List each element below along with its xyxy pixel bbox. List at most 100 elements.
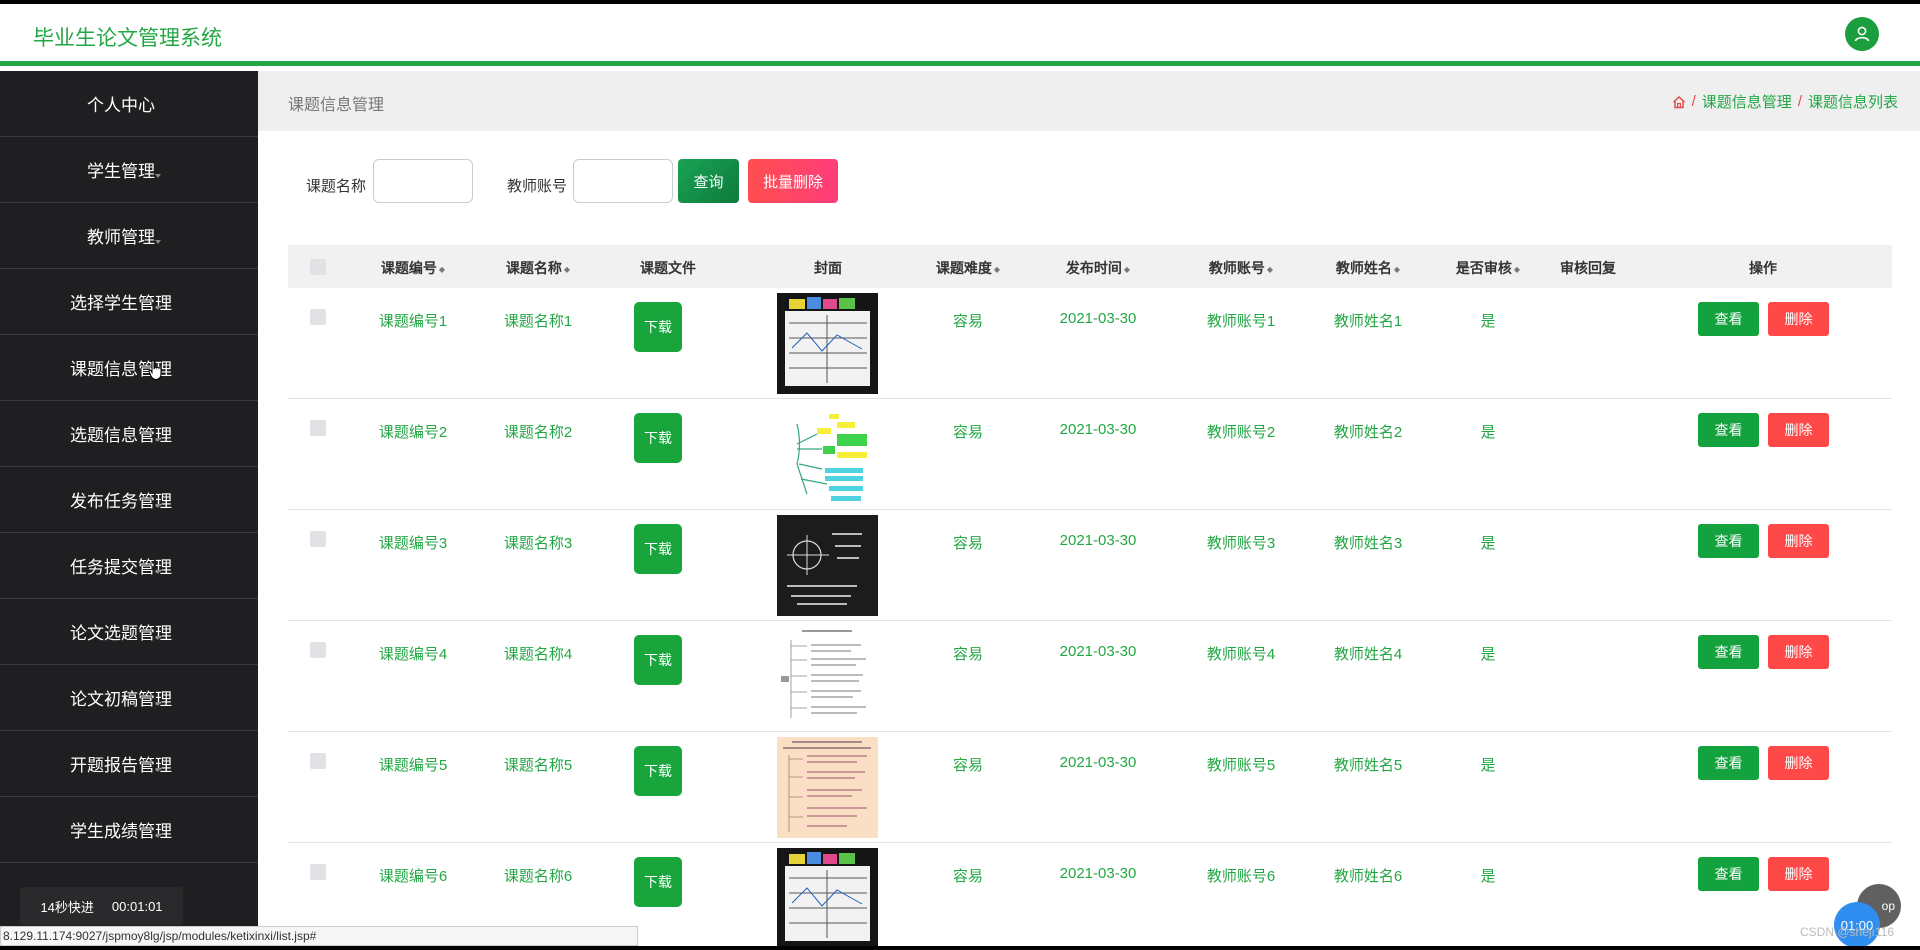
- teacher-account: 教师账号3: [1206, 535, 1276, 552]
- breadcrumb-separator: /: [1691, 93, 1696, 110]
- view-button[interactable]: 查看: [1698, 524, 1759, 558]
- topic-difficulty: 容易: [952, 757, 984, 774]
- sidebar-item[interactable]: 学生成绩管理: [0, 797, 258, 863]
- download-button[interactable]: 下载: [634, 524, 682, 574]
- browser-status-bar: 8.129.11.174:9027/jspmoy8lg/jsp/modules/…: [0, 926, 638, 946]
- topic-code: 课题编号6: [378, 868, 448, 885]
- download-button[interactable]: 下载: [634, 746, 682, 796]
- view-button[interactable]: 查看: [1698, 413, 1759, 447]
- teacher-account-input[interactable]: [573, 159, 673, 203]
- col-header-teacher-name[interactable]: 教师姓名 ◆: [1336, 258, 1400, 278]
- row-checkbox[interactable]: [310, 753, 326, 769]
- watermark: CSDN @shejı116: [1800, 925, 1894, 939]
- delete-button[interactable]: 删除: [1768, 524, 1829, 558]
- sidebar-item[interactable]: 课题信息管理: [0, 335, 258, 401]
- delete-button[interactable]: 删除: [1768, 635, 1829, 669]
- col-header-code[interactable]: 课题编号 ◆: [381, 258, 445, 278]
- sidebar-item[interactable]: 选择学生管理: [0, 269, 258, 335]
- publish-time: 2021-03-30: [1059, 643, 1137, 660]
- sidebar-item[interactable]: 论文选题管理: [0, 599, 258, 665]
- topic-name: 课题名称1: [503, 313, 573, 330]
- col-header-time[interactable]: 发布时间 ◆: [1066, 258, 1130, 278]
- breadcrumb-item-module[interactable]: 课题信息管理: [1702, 91, 1792, 112]
- publish-time: 2021-03-30: [1059, 421, 1137, 438]
- sidebar-item[interactable]: 开题报告管理: [0, 731, 258, 797]
- col-header-reply: 审核回复: [1560, 260, 1616, 276]
- row-checkbox[interactable]: [310, 864, 326, 880]
- cover-image: [777, 293, 878, 394]
- download-button[interactable]: 下载: [634, 635, 682, 685]
- row-checkbox[interactable]: [310, 642, 326, 658]
- table-header: 课题编号 ◆ 课题名称 ◆ 课题文件 封面 课题难度 ◆ 发布时间 ◆ 教师账号 ◆ 教师…: [288, 245, 1892, 288]
- col-header-name[interactable]: 课题名称 ◆: [506, 258, 570, 278]
- caret-down-icon: [155, 636, 161, 640]
- topic-name: 课题名称5: [503, 757, 573, 774]
- col-header-teacher-account[interactable]: 教师账号 ◆: [1209, 258, 1273, 278]
- col-header-reviewed[interactable]: 是否审核 ◆: [1456, 258, 1520, 278]
- row-checkbox[interactable]: [310, 531, 326, 547]
- topic-code: 课题编号4: [378, 646, 448, 663]
- view-button[interactable]: 查看: [1698, 635, 1759, 669]
- mouse-pointer-icon: [148, 359, 162, 381]
- teacher-account: 教师账号5: [1206, 757, 1276, 774]
- caret-down-icon: [155, 768, 161, 772]
- sort-icon: ◆: [563, 265, 571, 274]
- reviewed-status: 是: [1480, 424, 1496, 441]
- query-button[interactable]: 查询: [678, 159, 739, 203]
- app-title: 毕业生论文管理系统: [33, 27, 222, 50]
- sidebar-item[interactable]: 教师管理: [0, 203, 258, 269]
- select-all-checkbox[interactable]: [310, 259, 326, 275]
- sidebar-item-label: 学生管理: [87, 162, 155, 181]
- sidebar-item-label: 教师管理: [87, 228, 155, 247]
- speed-time: 00:01:01: [111, 898, 163, 914]
- row-checkbox[interactable]: [310, 420, 326, 436]
- delete-button[interactable]: 删除: [1768, 302, 1829, 336]
- caret-down-icon: [155, 702, 161, 706]
- topic-name: 课题名称3: [503, 535, 573, 552]
- sidebar-item[interactable]: 发布任务管理: [0, 467, 258, 533]
- teacher-account: 教师账号4: [1206, 646, 1276, 663]
- sidebar-item[interactable]: 学生管理: [0, 137, 258, 203]
- sidebar-item[interactable]: 任务提交管理: [0, 533, 258, 599]
- breadcrumb-item-list[interactable]: 课题信息列表: [1808, 91, 1898, 112]
- view-button[interactable]: 查看: [1698, 746, 1759, 780]
- sidebar-item[interactable]: 论文初稿管理: [0, 665, 258, 731]
- col-header-difficulty[interactable]: 课题难度 ◆: [936, 258, 1000, 278]
- delete-button[interactable]: 删除: [1768, 857, 1829, 891]
- title-bar: 课题信息管理 / 课题信息管理 / 课题信息列表: [258, 71, 1920, 131]
- cover-image: [777, 737, 878, 838]
- sidebar-item[interactable]: 个人中心: [0, 71, 258, 137]
- caret-down-icon: [155, 174, 161, 178]
- teacher-account: 教师账号6: [1206, 868, 1276, 885]
- delete-button[interactable]: 删除: [1768, 413, 1829, 447]
- topic-difficulty: 容易: [952, 424, 984, 441]
- user-icon: [1854, 26, 1870, 42]
- teacher-name: 教师姓名5: [1333, 757, 1403, 774]
- topic-name: 课题名称2: [503, 424, 573, 441]
- topic-difficulty: 容易: [952, 868, 984, 885]
- batch-delete-button[interactable]: 批量删除: [748, 159, 838, 203]
- download-button[interactable]: 下载: [634, 857, 682, 907]
- topic-code: 课题编号3: [378, 535, 448, 552]
- topic-name-input[interactable]: [373, 159, 473, 203]
- col-header-file: 课题文件: [640, 260, 696, 276]
- cover-image: [777, 626, 878, 727]
- home-icon[interactable]: [1672, 95, 1686, 109]
- download-button[interactable]: 下载: [634, 413, 682, 463]
- sidebar-item[interactable]: 选题信息管理: [0, 401, 258, 467]
- view-button[interactable]: 查看: [1698, 857, 1759, 891]
- reviewed-status: 是: [1480, 535, 1496, 552]
- playback-speed-badge: 14秒快进 00:01:01: [20, 887, 183, 925]
- user-avatar[interactable]: [1845, 17, 1879, 51]
- delete-button[interactable]: 删除: [1768, 746, 1829, 780]
- cover-image: [777, 515, 878, 616]
- sidebar-item-label: 发布任务管理: [70, 492, 172, 511]
- topic-code: 课题编号1: [378, 313, 448, 330]
- view-button[interactable]: 查看: [1698, 302, 1759, 336]
- sort-icon: ◆: [438, 265, 446, 274]
- teacher-account: 教师账号2: [1206, 424, 1276, 441]
- download-button[interactable]: 下载: [634, 302, 682, 352]
- row-checkbox[interactable]: [310, 309, 326, 325]
- teacher-name: 教师姓名6: [1333, 868, 1403, 885]
- app-window: 毕业生论文管理系统 个人中心 学生管理 教师管理 选择学生管理 课题信息管理 选题信息管理…: [0, 4, 1920, 946]
